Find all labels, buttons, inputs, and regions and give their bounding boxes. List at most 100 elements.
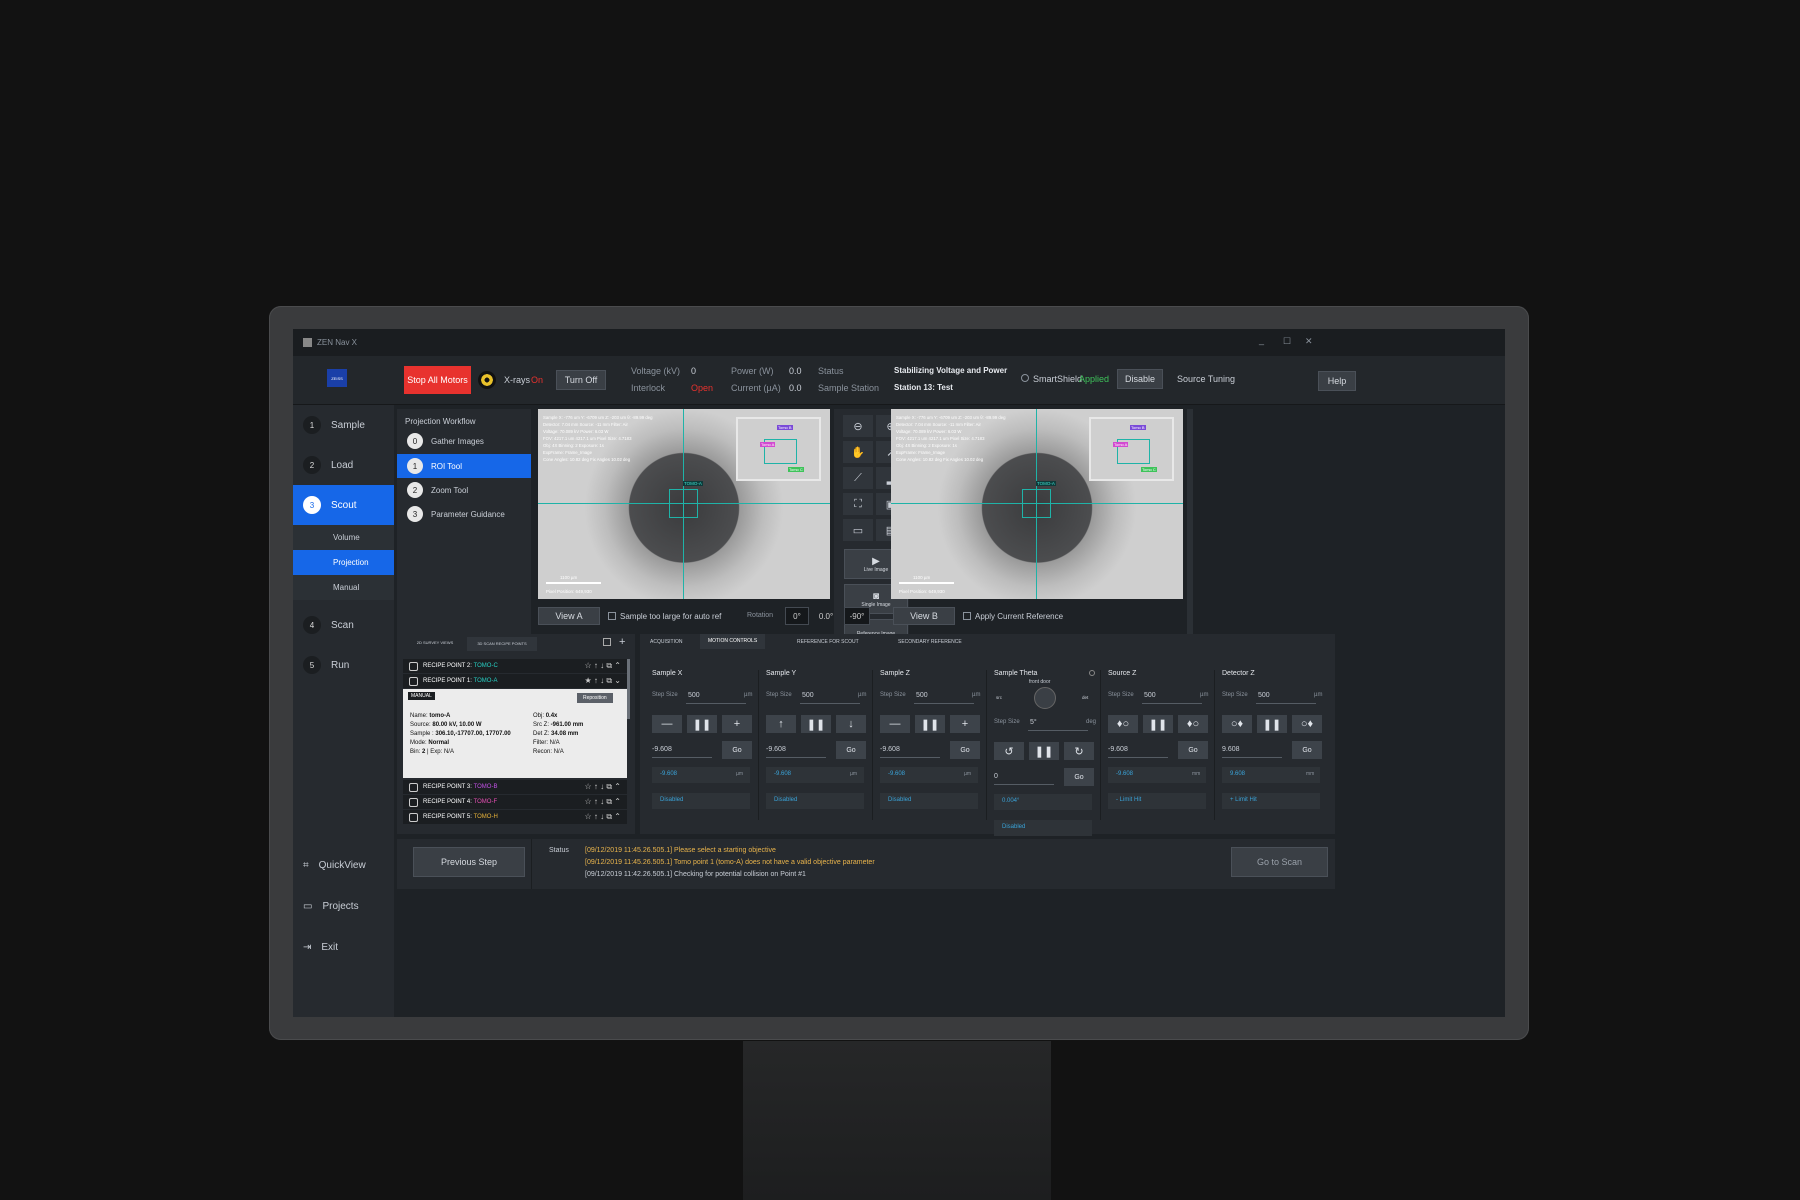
recipe-row[interactable]: RECIPE POINT 4: TOMO-F ☆ ↑ ↓ ⧉ ⌃ <box>403 795 627 809</box>
minimap[interactable]: Tomo B Tomo A Tomo C <box>736 417 821 481</box>
stop-all-motors-button[interactable]: Stop All Motors <box>404 366 471 394</box>
minimize-button[interactable]: _ <box>1259 335 1264 345</box>
recipe-row[interactable]: RECIPE POINT 3: TOMO-B ☆ ↑ ↓ ⧉ ⌃ <box>403 780 627 794</box>
apply-reference-checkbox[interactable] <box>963 612 971 620</box>
add-recipe-icon[interactable]: + <box>619 636 625 648</box>
view-b-image[interactable]: Sample X: -776 um Y: -6709 um Z: -203 um… <box>891 409 1183 599</box>
roi-box[interactable] <box>669 489 698 518</box>
theta-dial[interactable] <box>1034 687 1056 709</box>
jog-minus-button[interactable]: ♦○ <box>1108 715 1138 733</box>
go-button[interactable]: Go <box>722 741 752 759</box>
row-actions[interactable]: ☆ ↑ ↓ ⧉ ⌃ <box>585 810 621 824</box>
step-size-input[interactable]: 5° <box>1030 719 1037 726</box>
roi-box[interactable] <box>1022 489 1051 518</box>
close-button[interactable]: ✕ <box>1305 336 1313 347</box>
fit-frame-icon[interactable]: ⛶ <box>843 493 873 515</box>
pause-button[interactable]: ❚❚ <box>1143 715 1173 733</box>
auto-ref-checkbox[interactable] <box>608 612 616 620</box>
position-input[interactable]: 9.608 <box>1222 746 1240 753</box>
sidebar-item-load[interactable]: 2 Load <box>293 445 394 485</box>
jog-minus-button[interactable]: ↺ <box>994 742 1024 760</box>
rotation-90-field[interactable]: -90° <box>844 607 870 625</box>
sidebar-item-scout[interactable]: 3 Scout <box>293 485 394 525</box>
jog-minus-button[interactable]: — <box>880 715 910 733</box>
step-size-input[interactable]: 500 <box>688 692 700 699</box>
row-actions[interactable]: ☆ ↑ ↓ ⧉ ⌃ <box>585 795 621 809</box>
go-to-scan-button[interactable]: Go to Scan <box>1231 847 1328 877</box>
sidebar-projects[interactable]: ▭ Projects <box>293 886 394 926</box>
sidebar-item-scan[interactable]: 4 Scan <box>293 605 394 645</box>
reposition-button[interactable]: Reposition <box>577 693 613 703</box>
position-input[interactable]: -9.608 <box>652 746 672 753</box>
tab-secondary-reference[interactable]: SECONDARY REFERENCE <box>898 639 962 645</box>
source-tuning-link[interactable]: Source Tuning <box>1177 374 1235 384</box>
position-input[interactable]: 0 <box>994 773 998 780</box>
sidebar-subitem-volume[interactable]: Volume <box>293 525 394 550</box>
tab-2d-survey-views[interactable]: 2D SURVEY VIEWS <box>405 640 465 645</box>
sidebar-subitem-projection[interactable]: Projection <box>293 550 394 575</box>
open-folder-icon[interactable]: ▭ <box>843 519 873 541</box>
row-actions[interactable]: ☆ ↑ ↓ ⧉ ⌃ <box>585 780 621 794</box>
tab-reference-for-scout[interactable]: REFERENCE FOR SCOUT <box>797 639 859 645</box>
pause-button[interactable]: ❚❚ <box>915 715 945 733</box>
go-button[interactable]: Go <box>950 741 980 759</box>
disable-smartshield-button[interactable]: Disable <box>1117 369 1163 389</box>
jog-plus-button[interactable]: ○♦ <box>1292 715 1322 733</box>
go-button[interactable]: Go <box>1178 741 1208 759</box>
step-size-input[interactable]: 500 <box>1144 692 1156 699</box>
row-actions[interactable]: ★ ↑ ↓ ⧉ ⌄ <box>585 674 621 688</box>
recipe-scrollbar[interactable] <box>627 659 630 719</box>
jog-plus-button[interactable]: ↓ <box>836 715 866 733</box>
row-actions[interactable]: ☆ ↑ ↓ ⧉ ⌃ <box>585 659 621 673</box>
sidebar-subitem-manual[interactable]: Manual <box>293 575 394 600</box>
step-size-input[interactable]: 500 <box>916 692 928 699</box>
maximize-button[interactable]: ☐ <box>1283 336 1291 347</box>
view-a-image[interactable]: Sample X: -776 um Y: -6709 um Z: -203 um… <box>538 409 830 599</box>
jog-minus-button[interactable]: ○♦ <box>1222 715 1252 733</box>
pause-button[interactable]: ❚❚ <box>1029 742 1059 760</box>
recipe-row[interactable]: RECIPE POINT 2: TOMO-C ☆ ↑ ↓ ⧉ ⌃ <box>403 659 627 673</box>
sidebar-item-sample[interactable]: 1 Sample <box>293 405 394 445</box>
view-b-button[interactable]: View B <box>893 607 955 625</box>
tab-motion-controls[interactable]: MOTION CONTROLS <box>700 634 766 649</box>
zoom-out-icon[interactable]: ⊖ <box>843 415 873 437</box>
pause-button[interactable]: ❚❚ <box>687 715 717 733</box>
step-size-input[interactable]: 500 <box>1258 692 1270 699</box>
rotation-0-field[interactable]: 0° <box>785 607 809 625</box>
position-input[interactable]: -9.608 <box>766 746 786 753</box>
jog-minus-button[interactable]: ↑ <box>766 715 796 733</box>
line-chart-icon[interactable]: ⟋ <box>843 467 873 489</box>
workflow-step-roi-tool[interactable]: 1 ROI Tool <box>397 454 531 478</box>
go-button[interactable]: Go <box>1292 741 1322 759</box>
recipe-row[interactable]: RECIPE POINT 1: TOMO-A ★ ↑ ↓ ⧉ ⌄ <box>403 674 627 688</box>
workflow-step-gather-images[interactable]: 0 Gather Images <box>397 429 531 453</box>
position-input[interactable]: -9.608 <box>880 746 900 753</box>
jog-plus-button[interactable]: + <box>950 715 980 733</box>
go-button[interactable]: Go <box>1064 768 1094 786</box>
minimap[interactable]: Tomo B Tomo A Tomo C <box>1089 417 1174 481</box>
position-input[interactable]: -9.608 <box>1108 746 1128 753</box>
pan-hand-icon[interactable]: ✋ <box>843 441 873 463</box>
select-all-icon[interactable] <box>603 638 611 646</box>
help-button[interactable]: Help <box>1318 371 1356 391</box>
previous-step-button[interactable]: Previous Step <box>413 847 525 877</box>
jog-plus-button[interactable]: ↻ <box>1064 742 1094 760</box>
recipe-row[interactable]: RECIPE POINT 5: TOMO-H ☆ ↑ ↓ ⧉ ⌃ <box>403 810 627 824</box>
pause-button[interactable]: ❚❚ <box>1257 715 1287 733</box>
step-size-input[interactable]: 500 <box>802 692 814 699</box>
workflow-step-zoom-tool[interactable]: 2 Zoom Tool <box>397 478 531 502</box>
turn-off-button[interactable]: Turn Off <box>556 370 606 390</box>
tab-3d-scan-recipe-points[interactable]: 3D SCAN RECIPE POINTS <box>467 637 537 651</box>
sidebar-exit[interactable]: ⇥ Exit <box>293 927 394 967</box>
sidebar-item-run[interactable]: 5 Run <box>293 645 394 685</box>
voltage-label: Voltage (kV) <box>631 366 681 376</box>
sidebar-quickview[interactable]: ⌗ QuickView <box>293 845 394 885</box>
workflow-step-parameter-guidance[interactable]: 3 Parameter Guidance <box>397 502 531 526</box>
jog-minus-button[interactable]: — <box>652 715 682 733</box>
pause-button[interactable]: ❚❚ <box>801 715 831 733</box>
jog-plus-button[interactable]: ♦○ <box>1178 715 1208 733</box>
tab-acquisition[interactable]: ACQUISITION <box>650 639 683 645</box>
go-button[interactable]: Go <box>836 741 866 759</box>
jog-plus-button[interactable]: + <box>722 715 752 733</box>
view-a-button[interactable]: View A <box>538 607 600 625</box>
